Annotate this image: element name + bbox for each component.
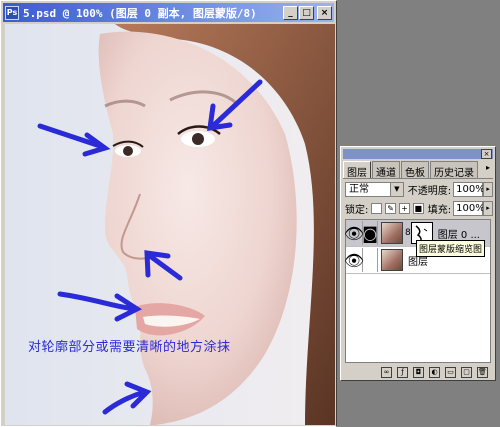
document-title-bar[interactable]: Ps 5.psd @ 100% (图层 0 副本, 图层蒙版/8) _ □ × [3,3,334,22]
layer-style-icon[interactable]: ƒ [397,366,408,378]
link-layers-icon[interactable]: ∞ [381,366,392,378]
lock-pixels-icon[interactable]: ✎ [385,202,397,214]
annotation-caption: 对轮廓部分或需要清晰的地方涂抹 [28,340,231,355]
palette-tabs: 图层 通道 色板 历史记录 [343,161,493,179]
portrait-image [5,24,335,425]
layer-name[interactable]: 图层 0 ... [438,226,480,241]
blend-mode-value: 正常 [349,183,369,195]
fill-label: 填充: [427,204,452,216]
maximize-button[interactable]: □ [299,5,314,20]
lock-position-icon[interactable]: + [399,202,410,214]
opacity-label: 不透明度: [407,185,452,197]
link-slot-icon[interactable] [363,248,378,272]
canvas-photo[interactable] [5,24,335,425]
lock-all-icon[interactable]: ■ [412,202,424,214]
layer-thumbnail[interactable] [381,249,403,271]
document-window: Ps 5.psd @ 100% (图层 0 副本, 图层蒙版/8) _ □ × [0,0,337,427]
layer-thumbnail[interactable] [381,222,403,244]
tab-channels[interactable]: 通道 [372,161,400,179]
chevron-down-icon: ▼ [389,182,403,196]
layers-palette: × 图层 通道 色板 历史记录 ▸ 正常 ▼ 不透明度: 100% ▸ 锁定: … [340,146,496,381]
tab-swatches[interactable]: 色板 [401,161,429,179]
add-mask-icon[interactable]: ◘ [413,366,424,378]
minimize-button[interactable]: _ [283,5,298,20]
mask-brush-icon[interactable]: ◙ [362,221,378,245]
photoshop-doc-icon: Ps [5,5,19,20]
lock-label: 锁定: [345,204,369,216]
new-group-icon[interactable]: ▭ [445,366,456,378]
palette-menu-icon[interactable]: ▸ [483,163,493,173]
tab-layers[interactable]: 图层 [343,161,371,179]
fill-slider-icon[interactable]: ▸ [483,200,493,216]
palette-close-icon[interactable]: × [481,149,492,159]
blend-mode-select[interactable]: 正常 ▼ [345,181,404,197]
palette-bottom-bar: ∞ ƒ ◘ ◐ ▭ ▢ 🗑 [343,365,493,379]
close-button[interactable]: × [317,5,332,20]
opacity-slider-icon[interactable]: ▸ [483,181,493,197]
new-layer-icon[interactable]: ▢ [461,366,472,378]
opacity-field[interactable]: 100% [453,181,485,197]
document-title: 5.psd @ 100% (图层 0 副本, 图层蒙版/8) [23,6,257,20]
mask-thumbnail-tooltip: 图层蒙版缩览图 [416,240,486,257]
eye-icon[interactable]: 👁 [344,221,364,245]
adjustment-layer-icon[interactable]: ◐ [429,366,440,378]
tab-history[interactable]: 历史记录 [430,161,478,179]
eye-icon[interactable]: 👁 [344,248,364,272]
lock-transparency-icon[interactable] [371,202,383,214]
palette-title-bar[interactable]: × [343,149,493,159]
trash-icon[interactable]: 🗑 [477,366,488,378]
fill-field[interactable]: 100% [453,200,485,216]
